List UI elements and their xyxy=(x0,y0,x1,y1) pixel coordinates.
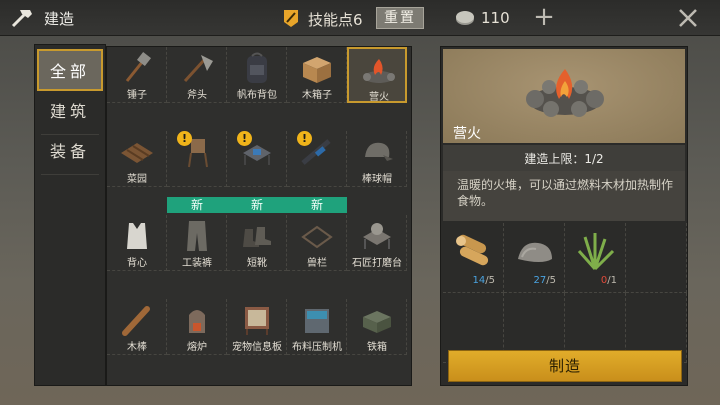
iron-box-icon xyxy=(363,311,391,333)
grid-item-workbench[interactable]: ! xyxy=(227,131,287,187)
build-icon xyxy=(11,10,32,28)
item-label: 工装裤 xyxy=(182,258,212,269)
category-building[interactable]: 建筑 xyxy=(37,91,103,133)
material-count: 27/5 xyxy=(533,275,556,286)
grass-icon xyxy=(577,233,615,271)
material-wood[interactable]: 14/5 xyxy=(443,223,504,293)
grid-item-vest[interactable]: 背心 xyxy=(107,215,167,271)
item-label: 斧头 xyxy=(187,90,207,101)
club-icon xyxy=(122,306,150,336)
backpack-icon xyxy=(247,52,267,83)
grid-item-pet-board[interactable]: 宠物信息板 xyxy=(227,299,287,355)
item-label: 棒球帽 xyxy=(362,174,392,185)
grid-item-club[interactable]: 木棒 xyxy=(107,299,167,355)
build-limit-text: 建造上限：1/2 xyxy=(524,152,604,166)
material-count: 14/5 xyxy=(472,275,495,286)
item-label: 帆布背包 xyxy=(237,90,277,101)
campfire-icon xyxy=(363,59,395,83)
warning-icon: ! xyxy=(177,131,192,146)
boots-icon xyxy=(243,227,271,247)
furnace-icon xyxy=(189,310,205,333)
item-label: 熔炉 xyxy=(187,342,207,353)
item-label: 背心 xyxy=(127,258,147,269)
grid-item-cloth-press[interactable]: 布料压制机 xyxy=(287,299,347,355)
skill-icon xyxy=(284,10,298,27)
item-label: 铁箱 xyxy=(367,342,387,353)
grid-item-hammer[interactable]: 锤子 xyxy=(107,47,167,103)
page-title: 建造 xyxy=(44,10,75,28)
grid-item-garden[interactable]: 菜园 xyxy=(107,131,167,187)
coin-count: 110 xyxy=(481,9,510,27)
grid-item-iron-box[interactable]: 铁箱 xyxy=(347,299,407,355)
category-sidebar: 全部 建筑 装备 xyxy=(34,44,106,386)
axe-icon xyxy=(183,55,213,83)
item-label: 菜园 xyxy=(127,174,147,185)
item-grid: 锤子 斧头 帆布背包 木箱子 营火 菜园 ! ! ! 棒球帽 新 新 新 背心 … xyxy=(106,46,412,386)
top-bar: 建造 技能点6 重置 110 + xyxy=(0,0,720,36)
grid-item-wooden-box[interactable]: 木箱子 xyxy=(287,47,347,103)
new-badge: 新 xyxy=(287,197,347,213)
new-badge: 新 xyxy=(227,197,287,213)
category-all[interactable]: 全部 xyxy=(37,49,103,91)
grid-item-water-barrel[interactable]: ! xyxy=(167,131,227,187)
item-label: 宠物信息板 xyxy=(232,342,282,353)
craft-button[interactable]: 制造 xyxy=(448,350,682,382)
detail-panel: 营火 建造上限：1/2 温暖的火堆，可以通过燃料木材加热制作食物。 14/5 2… xyxy=(440,46,688,386)
item-preview: 营火 xyxy=(443,49,685,143)
grid-item-furnace[interactable]: 熔炉 xyxy=(167,299,227,355)
grinding-table-icon xyxy=(363,223,391,249)
hammer-icon xyxy=(125,51,152,82)
new-badge: 新 xyxy=(167,197,227,213)
wooden-box-icon xyxy=(303,57,331,83)
description-box: 温暖的火堆，可以通过燃料木材加热制作食物。 xyxy=(443,171,685,221)
grid-item-pants[interactable]: 工装裤 xyxy=(167,215,227,271)
animal-pen-icon xyxy=(301,225,333,249)
grid-item-axe[interactable]: 斧头 xyxy=(167,47,227,103)
cloth-press-icon xyxy=(305,309,329,333)
close-icon[interactable] xyxy=(676,6,700,30)
item-label: 石匠打磨台 xyxy=(352,258,402,269)
grid-item-grinding-table[interactable]: 石匠打磨台 xyxy=(347,215,407,271)
item-label: 布料压制机 xyxy=(292,342,342,353)
grid-item-gun[interactable]: ! xyxy=(287,131,347,187)
material-stone[interactable]: 27/5 xyxy=(504,223,565,293)
plus-icon[interactable]: + xyxy=(532,4,556,30)
warning-icon: ! xyxy=(297,131,312,146)
grid-item-boots[interactable]: 短靴 xyxy=(227,215,287,271)
wood-icon xyxy=(456,234,489,266)
material-slot-empty xyxy=(626,223,687,293)
build-limit: 建造上限：1/2 xyxy=(443,145,685,171)
campfire-icon xyxy=(526,69,604,117)
category-equipment[interactable]: 装备 xyxy=(37,131,103,173)
item-label: 木棒 xyxy=(127,342,147,353)
grid-item-backpack[interactable]: 帆布背包 xyxy=(227,47,287,103)
warning-icon: ! xyxy=(237,131,252,146)
item-label: 短靴 xyxy=(247,258,267,269)
material-grass[interactable]: 0/1 xyxy=(565,223,626,293)
garden-icon xyxy=(121,143,153,163)
material-count: 0/1 xyxy=(600,275,617,286)
skill-points-label: 技能点6 xyxy=(308,11,363,29)
coin-icon xyxy=(456,11,474,25)
item-name: 营火 xyxy=(453,126,481,142)
grid-item-animal-pen[interactable]: 兽栏 xyxy=(287,215,347,271)
stone-icon xyxy=(518,242,552,262)
item-description: 温暖的火堆，可以通过燃料木材加热制作食物。 xyxy=(457,178,674,208)
cap-icon xyxy=(365,142,393,161)
pet-board-icon xyxy=(245,307,269,335)
item-label: 锤子 xyxy=(127,90,147,101)
reset-button[interactable]: 重置 xyxy=(376,7,424,29)
item-label: 营火 xyxy=(369,92,389,103)
item-label: 木箱子 xyxy=(302,90,332,101)
pants-icon xyxy=(187,221,207,251)
grid-item-campfire[interactable]: 营火 xyxy=(347,47,407,103)
item-label: 兽栏 xyxy=(307,258,327,269)
grid-item-cap[interactable]: 棒球帽 xyxy=(347,131,407,187)
vest-icon xyxy=(127,223,147,249)
divider xyxy=(41,174,99,175)
